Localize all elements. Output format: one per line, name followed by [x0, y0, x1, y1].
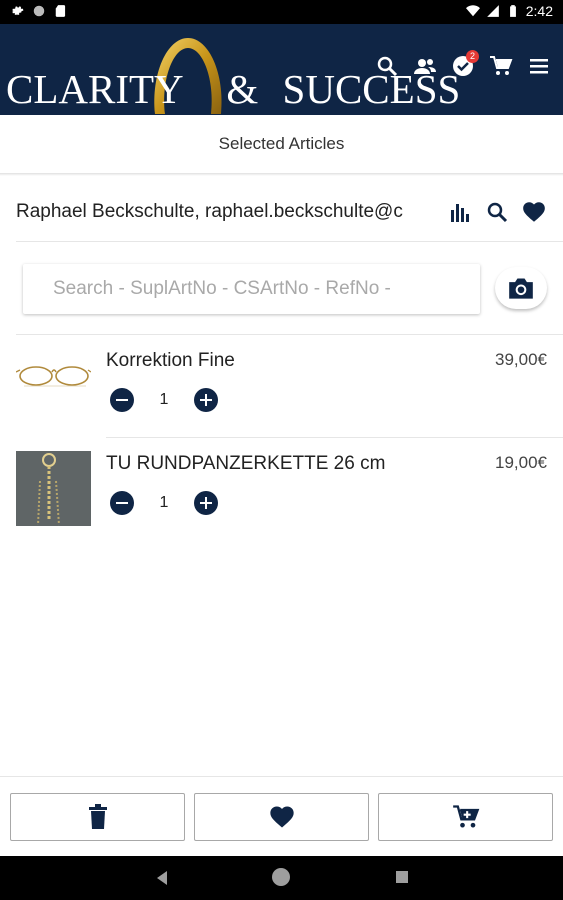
home-icon[interactable]: [272, 868, 290, 886]
title-divider: [0, 173, 563, 176]
add-to-cart-icon: [452, 805, 479, 828]
divider: [16, 241, 563, 242]
sd-card-icon: [55, 5, 66, 17]
status-time: 2:42: [525, 3, 553, 19]
quantity-stepper: 1: [110, 491, 218, 515]
back-icon[interactable]: [155, 870, 169, 886]
app-header: CLARITY & SUCCESS 2: [0, 24, 563, 115]
camera-button[interactable]: [495, 267, 547, 309]
delete-icon: [88, 804, 107, 829]
brand-logo: CLARITY & SUCCESS: [6, 32, 460, 114]
battery-icon: [509, 5, 516, 17]
item-name: Korrektion Fine: [106, 350, 235, 371]
divider: [16, 334, 563, 335]
list-item[interactable]: Korrektion Fine 39,00€ 1: [0, 336, 563, 436]
glasses-thumbnail: [16, 342, 91, 417]
logo-text-left: CLARITY: [6, 66, 183, 112]
gear-icon: [12, 6, 24, 16]
increase-quantity-button[interactable]: [194, 491, 218, 515]
camera-icon: [509, 278, 533, 299]
item-price: 39,00€: [495, 350, 547, 369]
add-to-cart-button[interactable]: [378, 793, 553, 841]
quantity-value: 1: [159, 391, 169, 408]
favorite-button[interactable]: [194, 793, 369, 841]
increase-quantity-button[interactable]: [194, 388, 218, 412]
list-item[interactable]: TU RUNDPANZERKETTE 26 cm 19,00€ 1: [0, 439, 563, 539]
menu-icon[interactable]: [527, 54, 551, 78]
divider: [106, 437, 563, 438]
delete-button[interactable]: [10, 793, 185, 841]
signal-icon: [486, 5, 499, 17]
favorite-icon: [269, 806, 294, 828]
item-name: TU RUNDPANZERKETTE 26 cm: [106, 453, 386, 474]
wifi-icon: [465, 5, 480, 17]
tasks-badge: 2: [466, 50, 479, 63]
circle-icon: [33, 5, 45, 17]
chain-thumbnail: [16, 451, 91, 526]
logo-ampersand: &: [226, 66, 259, 112]
customer-label[interactable]: Raphael Beckschulte, raphael.beckschulte…: [16, 190, 456, 234]
customers-icon[interactable]: [413, 54, 437, 78]
decrease-quantity-button[interactable]: [110, 491, 134, 515]
quantity-value: 1: [159, 494, 169, 511]
bottom-action-bar: [0, 776, 563, 857]
cart-icon[interactable]: [489, 54, 513, 78]
heart-icon[interactable]: [521, 199, 547, 225]
customer-search-icon[interactable]: [485, 200, 509, 224]
quantity-stepper: 1: [110, 388, 218, 412]
decrease-quantity-button[interactable]: [110, 388, 134, 412]
system-nav-bar: [0, 856, 563, 900]
article-search-input[interactable]: [51, 264, 475, 314]
page-title: Selected Articles: [0, 115, 563, 174]
search-box: [23, 264, 480, 314]
tasks-check-icon[interactable]: 2: [451, 50, 479, 78]
recent-apps-icon[interactable]: [396, 871, 408, 883]
status-bar: 2:42: [0, 0, 563, 24]
search-icon[interactable]: [375, 54, 399, 78]
statistics-icon[interactable]: [449, 200, 473, 224]
item-price: 19,00€: [495, 453, 547, 472]
